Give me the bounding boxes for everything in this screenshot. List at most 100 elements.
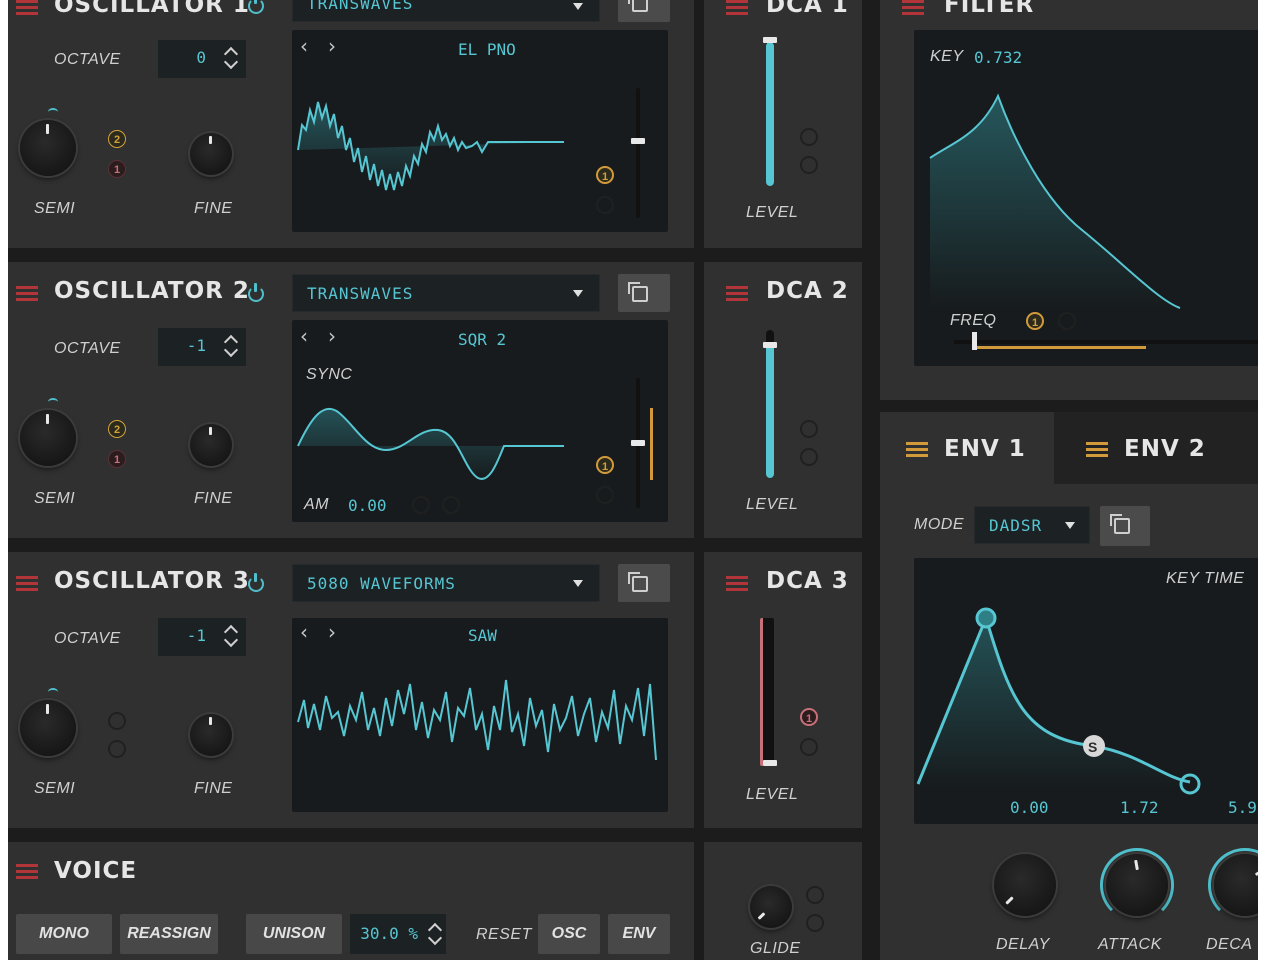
copy-button[interactable] xyxy=(618,0,670,22)
up-down-icon[interactable] xyxy=(428,920,442,948)
wave-position-thumb[interactable] xyxy=(631,138,645,144)
semi-indicator-icon xyxy=(48,688,58,696)
glide-knob[interactable] xyxy=(750,886,792,928)
mod-slot-1[interactable]: 1 xyxy=(1026,312,1044,330)
mod-slot-empty[interactable] xyxy=(596,196,614,214)
am-label: AM xyxy=(304,496,329,513)
dca-1-panel: DCA 1 LEVEL xyxy=(704,0,862,248)
octave-stepper[interactable]: -1 xyxy=(158,328,246,366)
oscillator-2-panel: OSCILLATOR 2 TRANSWAVES OCTAVE -1 2 1 SE… xyxy=(8,262,694,538)
copy-button[interactable] xyxy=(618,274,670,312)
attack-knob[interactable] xyxy=(1106,854,1168,916)
wave-bank-dropdown[interactable]: TRANSWAVES xyxy=(292,0,600,22)
mod-slot-1[interactable]: 1 xyxy=(596,166,614,184)
env-mode-value: DADSR xyxy=(989,516,1043,535)
mod-slot-empty[interactable] xyxy=(806,914,824,932)
readout-1: 1.72 xyxy=(1120,798,1159,817)
octave-stepper[interactable]: 0 xyxy=(158,40,246,78)
mono-button[interactable]: MONO xyxy=(16,914,112,954)
copy-button[interactable] xyxy=(1100,506,1150,546)
mod-slot-empty[interactable] xyxy=(108,712,126,730)
mod-slot-empty[interactable] xyxy=(800,156,818,174)
octave-label: OCTAVE xyxy=(54,51,121,68)
mod-slot-empty[interactable] xyxy=(412,496,430,514)
caret-down-icon xyxy=(1065,522,1075,529)
semi-knob[interactable] xyxy=(20,410,76,466)
mod-slot-empty[interactable] xyxy=(108,740,126,758)
attack-node xyxy=(975,607,997,629)
power-icon[interactable] xyxy=(248,0,264,14)
mod-slot-empty[interactable] xyxy=(596,486,614,504)
up-down-icon[interactable] xyxy=(224,44,238,72)
mod-slot-empty[interactable] xyxy=(806,886,824,904)
up-down-icon[interactable] xyxy=(224,622,238,650)
level-label: LEVEL xyxy=(746,786,799,803)
semi-label: SEMI xyxy=(34,200,76,217)
level-label: LEVEL xyxy=(746,204,799,221)
freq-slider[interactable] xyxy=(954,340,1258,344)
wave-bank-dropdown[interactable]: TRANSWAVES xyxy=(292,274,600,312)
menu-icon[interactable] xyxy=(16,0,38,16)
reset-osc-button[interactable]: OSC xyxy=(538,914,600,954)
octave-stepper[interactable]: -1 xyxy=(158,618,246,656)
wave-display: ‹ › SQR 2 SYNC AM 0.00 1 xyxy=(292,320,668,522)
env-mode-dropdown[interactable]: DADSR xyxy=(974,506,1090,544)
unison-button[interactable]: UNISON xyxy=(246,914,342,954)
oscillator-3-panel: OSCILLATOR 3 5080 WAVEFORMS OCTAVE -1 SE… xyxy=(8,552,694,828)
wave-position-slider[interactable] xyxy=(636,88,640,218)
delay-knob[interactable] xyxy=(994,854,1056,916)
unison-detune-stepper[interactable]: 30.0 % xyxy=(350,914,446,954)
up-down-icon[interactable] xyxy=(224,332,238,360)
copy-icon xyxy=(1110,514,1130,534)
mod-slot-empty[interactable] xyxy=(800,128,818,146)
mod-slot-1[interactable]: 1 xyxy=(596,456,614,474)
power-icon[interactable] xyxy=(248,573,264,592)
power-icon[interactable] xyxy=(248,283,264,302)
am-value: 0.00 xyxy=(348,496,387,515)
fine-knob[interactable] xyxy=(190,714,232,756)
mod-slot-1[interactable]: 1 xyxy=(108,160,126,178)
fine-knob[interactable] xyxy=(190,424,232,466)
reassign-button[interactable]: REASSIGN xyxy=(120,914,218,954)
semi-knob[interactable] xyxy=(20,120,76,176)
level-thumb[interactable] xyxy=(763,37,777,43)
level-slider[interactable] xyxy=(760,618,774,766)
level-label: LEVEL xyxy=(746,496,799,513)
wave-bank-value: TRANSWAVES xyxy=(307,284,414,303)
synth-editor: OSCILLATOR 1 TRANSWAVES OCTAVE 0 2 1 SEM… xyxy=(8,0,1258,960)
mod-slot-empty[interactable] xyxy=(1058,312,1076,330)
freq-thumb[interactable] xyxy=(972,332,977,350)
tab-env-1[interactable]: ENV 1 xyxy=(880,412,1054,484)
menu-icon[interactable] xyxy=(902,0,924,16)
menu-icon[interactable] xyxy=(726,576,748,592)
fine-knob[interactable] xyxy=(190,133,232,175)
menu-icon[interactable] xyxy=(726,0,748,16)
mod-slot-empty[interactable] xyxy=(800,448,818,466)
wave-position-thumb[interactable] xyxy=(631,440,645,446)
copy-button[interactable] xyxy=(618,564,670,602)
glide-label: GLIDE xyxy=(750,940,801,957)
menu-icon[interactable] xyxy=(16,864,38,880)
mod-slot-empty[interactable] xyxy=(442,496,460,514)
semi-label: SEMI xyxy=(34,490,76,507)
filter-title: FILTER xyxy=(944,0,1035,18)
wave-bank-dropdown[interactable]: 5080 WAVEFORMS xyxy=(292,564,600,602)
mod-slot-2[interactable]: 2 xyxy=(108,420,126,438)
freq-label: FREQ xyxy=(950,312,997,329)
envelope-panel: ENV 1 ENV 2 MODE DADSR KEY TIME S 0.00 1… xyxy=(880,412,1258,960)
dca-1-title: DCA 1 xyxy=(766,0,849,18)
menu-icon[interactable] xyxy=(726,286,748,302)
attack-label: ATTACK xyxy=(1098,936,1162,953)
tab-env-2[interactable]: ENV 2 xyxy=(1056,412,1240,484)
menu-icon[interactable] xyxy=(16,576,38,592)
level-thumb[interactable] xyxy=(763,342,777,348)
mod-slot-1[interactable]: 1 xyxy=(800,708,818,726)
mod-slot-empty[interactable] xyxy=(800,738,818,756)
mod-slot-2[interactable]: 2 xyxy=(108,130,126,148)
menu-icon[interactable] xyxy=(16,286,38,302)
mod-slot-1[interactable]: 1 xyxy=(108,450,126,468)
level-thumb[interactable] xyxy=(763,760,777,766)
semi-knob[interactable] xyxy=(20,700,76,756)
reset-env-button[interactable]: ENV xyxy=(608,914,670,954)
mod-slot-empty[interactable] xyxy=(800,420,818,438)
